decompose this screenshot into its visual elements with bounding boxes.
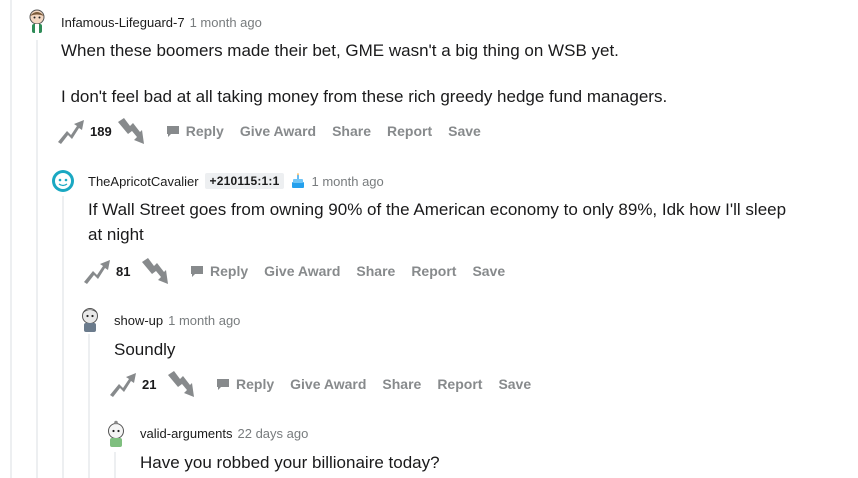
give-award-button[interactable]: Give Award <box>240 123 316 139</box>
upvote-button[interactable] <box>56 116 86 146</box>
reply-label: Reply <box>210 263 249 279</box>
avatar[interactable] <box>104 420 128 447</box>
timestamp[interactable]: 1 month ago <box>311 174 383 189</box>
save-button[interactable]: Save <box>448 123 481 139</box>
avatar[interactable] <box>25 8 49 34</box>
report-button[interactable]: Report <box>437 376 482 392</box>
upvote-arrow-icon <box>84 260 110 284</box>
give-award-button[interactable]: Give Award <box>264 263 340 279</box>
username[interactable]: valid-arguments <box>140 426 233 441</box>
report-button[interactable]: Report <box>387 123 432 139</box>
upvote-arrow-icon <box>58 120 84 144</box>
comment-text: If Wall Street goes from owning 90% of t… <box>88 200 787 219</box>
snoo-avatar-icon <box>52 170 74 192</box>
upvote-arrow-icon <box>110 373 136 397</box>
thread-line[interactable] <box>114 452 116 478</box>
username[interactable]: TheApricotCavalier <box>88 174 199 189</box>
cake-day-icon <box>290 173 306 189</box>
share-button[interactable]: Share <box>382 376 421 392</box>
comment-text: Have you robbed your billionaire today? <box>140 453 440 472</box>
report-button[interactable]: Report <box>411 263 456 279</box>
downvote-arrow-icon <box>117 118 144 144</box>
comment-text: When these boomers made their bet, GME w… <box>61 41 619 60</box>
downvote-button[interactable] <box>166 369 196 399</box>
comment-actions: 81 Reply Give Award Share Report Save <box>82 256 505 286</box>
comment-actions: 189 Reply Give Award Share Report Save <box>56 116 481 146</box>
vote-score: 189 <box>90 123 112 139</box>
comment-text: I don't feel bad at all taking money fro… <box>61 87 668 106</box>
reply-button[interactable]: Reply <box>216 376 274 392</box>
avatar[interactable] <box>78 305 102 332</box>
snoo-avatar-icon <box>29 9 45 33</box>
upvote-button[interactable] <box>108 369 138 399</box>
user-flair: +210115:1:1 <box>204 173 285 189</box>
comment-actions: 21 Reply Give Award Share Report Save <box>108 369 531 399</box>
save-button[interactable]: Save <box>472 263 505 279</box>
timestamp[interactable]: 22 days ago <box>238 426 309 441</box>
downvote-button[interactable] <box>116 116 146 146</box>
downvote-button[interactable] <box>140 256 170 286</box>
vote-score: 21 <box>142 376 157 392</box>
timestamp[interactable]: 1 month ago <box>168 313 240 328</box>
thread-line[interactable] <box>36 40 38 478</box>
comment-bubble-icon <box>216 378 230 391</box>
comment-text: at night <box>88 225 144 244</box>
thread-line[interactable] <box>62 196 64 478</box>
comment-text: Soundly <box>114 340 176 359</box>
snoo-avatar-icon <box>108 420 124 447</box>
snoo-avatar-icon <box>82 308 98 332</box>
thread-line[interactable] <box>10 0 12 478</box>
vote-score: 81 <box>116 263 131 279</box>
downvote-arrow-icon <box>142 258 168 284</box>
comment-bubble-icon <box>190 265 204 278</box>
username[interactable]: show-up <box>114 313 163 328</box>
downvote-arrow-icon <box>168 371 194 397</box>
reply-label: Reply <box>236 376 275 392</box>
thread-line[interactable] <box>88 334 90 478</box>
reply-label: Reply <box>185 123 224 139</box>
username[interactable]: Infamous-Lifeguard-7 <box>61 15 185 30</box>
share-button[interactable]: Share <box>356 263 395 279</box>
timestamp[interactable]: 1 month ago <box>190 15 262 30</box>
reply-button[interactable]: Reply <box>190 263 248 279</box>
share-button[interactable]: Share <box>332 123 371 139</box>
save-button[interactable]: Save <box>498 376 531 392</box>
avatar[interactable] <box>51 169 75 195</box>
give-award-button[interactable]: Give Award <box>290 376 366 392</box>
upvote-button[interactable] <box>82 256 112 286</box>
reply-button[interactable]: Reply <box>166 123 224 139</box>
comment-bubble-icon <box>166 125 180 138</box>
